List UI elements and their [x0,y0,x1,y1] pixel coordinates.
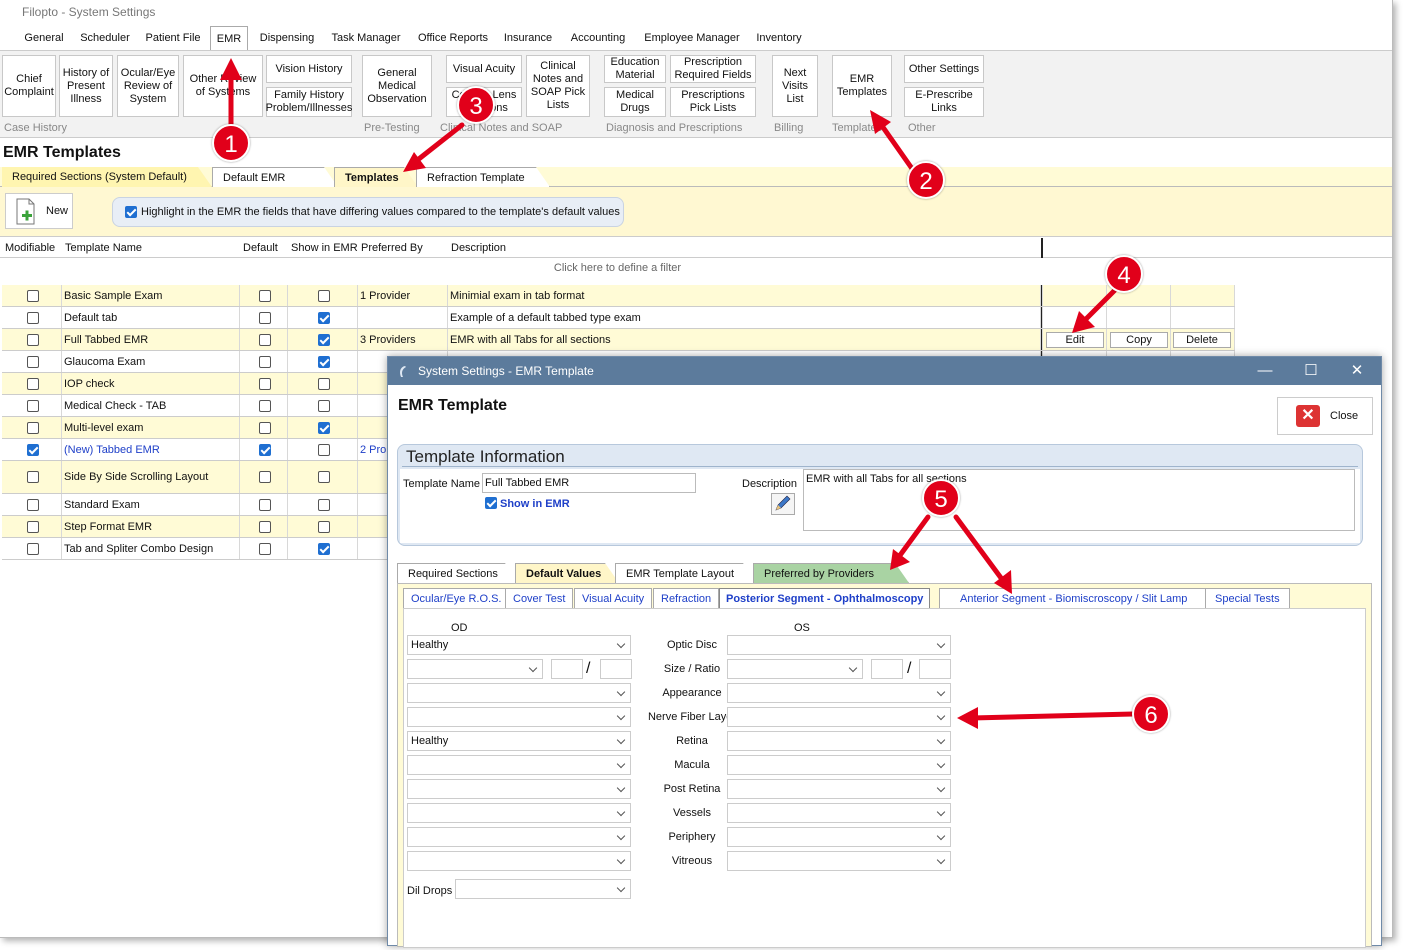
arrow-5b-line [953,514,1007,585]
callout-1: 1 [212,124,250,162]
arrow-6-head [957,707,978,729]
callout-4: 4 [1105,255,1143,293]
arrow-3-line [412,122,465,165]
callout-6: 6 [1132,695,1170,733]
arrow-5a-line [895,514,931,561]
callout-5: 5 [922,479,960,517]
callout-3: 3 [457,86,495,124]
callout-2: 2 [907,161,945,199]
arrow-2-line [877,120,916,173]
arrow-4-line [1080,287,1118,325]
annotation-arrows [220,58,1136,729]
arrow-6-line [969,711,1136,721]
arrow-1-head [220,58,242,80]
